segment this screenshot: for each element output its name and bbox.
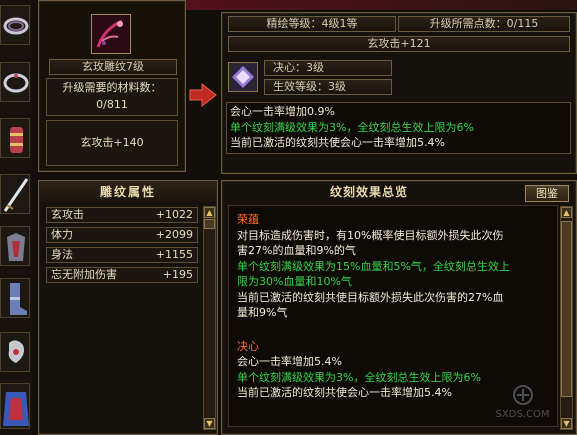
section-desc-line: 对目标造成伤害时，有10%概率使目标额外损失此次伤 [237,228,504,242]
attr-label: 忘无附加伤害 [51,268,117,281]
upgrade-arrow-icon [188,82,218,108]
scroll-down-button[interactable]: ▼ [561,418,572,429]
codex-button[interactable]: 图鉴 [525,185,569,202]
effect-line-3: 当前已激活的纹刻共使会心一击率增加5.4% [230,136,445,149]
section-title: 荣蕴 [237,213,259,226]
sword-icon [3,178,29,212]
engraving-window: ... ...(... ...) 玄玫雕纹7级 升级需 [0,0,577,435]
watermark-logo: SXDS.COM [485,384,560,424]
attributes-title: 雕纹属性 [40,182,216,202]
armguard-icon [10,127,23,153]
crystal-icon [232,66,254,88]
scroll-thumb[interactable] [204,219,215,229]
equip-slot-cloak[interactable] [0,383,30,429]
effect-level: 生效等级：3级 [264,79,392,95]
materials-value: 0/811 [96,98,128,111]
attr-row: 身法 +1155 [46,247,198,263]
refine-level: 精绘等级：4级1等 [228,16,396,32]
pendant-icon [8,340,25,363]
cloak-icon [3,392,29,426]
skill-name: 决心：3级 [264,60,392,76]
section-active-line: 量和9%气 [237,306,288,319]
section-active-line: 当前已激活的纹刻共使目标额外损失此次伤害的27%血 [237,290,504,304]
scroll-down-button[interactable]: ▼ [204,418,215,429]
scroll-up-button[interactable]: ▲ [204,207,215,218]
attr-value: +2099 [155,228,193,241]
effect-line-2: 单个纹刻满级效果为3%，全纹刻总生效上限为6% [230,120,474,134]
attr-label: 玄攻击 [51,208,84,221]
attr-value: +1155 [155,248,193,261]
section-desc-line: 会心一击率增加5.4% [237,355,342,368]
scroll-up-button[interactable]: ▲ [561,207,572,218]
bracelet-icon [3,73,29,93]
section-max-line: 单个纹刻满级效果为15%血量和5%气，全纹刻总生效上 [237,259,510,273]
equip-slot-armguard[interactable] [0,118,30,158]
section-max-line: 限为30%血量和10%气 [237,275,352,288]
section-max-line: 单个纹刻满级效果为3%，全纹刻总生效上限为6% [237,370,481,384]
attr-row: 体力 +2099 [46,227,198,243]
attributes-scrollbar[interactable]: ▲ ▼ [203,206,216,430]
attr-row: 玄攻击 +1022 [46,207,198,223]
necklace-icon [3,17,29,35]
equipment-column [0,0,32,435]
attr-label: 身法 [51,248,73,261]
attr-row: 忘无附加伤害 +195 [46,267,198,283]
section-desc-line: 害27%的血量和9%的气 [237,244,356,257]
overview-scrollbar[interactable]: ▲ ▼ [560,206,573,430]
materials-box: 升级需要的材料数： 0/811 [46,78,178,116]
effect-line-1: 会心一击率增加0.9% [230,105,335,118]
engraving-icon [96,19,123,48]
attr-label: 体力 [51,228,73,241]
item-attribute-box: 玄攻击+140 [46,120,178,166]
overview-title: 纹刻效果总览 [329,185,408,199]
boots-icon [10,283,27,315]
watermark-text: SXDS.COM [495,409,550,420]
effect-description-box: 会心一击率增加0.9% 单个纹刻满级效果为3%，全纹刻总生效上限为6% 当前已激… [226,102,571,154]
equip-slot-bracelet[interactable] [0,62,30,102]
watermark-emblem-icon [512,385,533,405]
attack-bonus: 玄攻击+121 [228,36,570,52]
equip-slot-weapon[interactable] [0,174,30,214]
skill-icon-slot[interactable] [228,62,258,92]
attr-value: +1022 [155,208,193,221]
scroll-thumb[interactable] [561,221,572,397]
attr-value: +195 [162,268,193,281]
equip-slot-necklace[interactable] [0,5,30,45]
engraving-icon-slot[interactable] [91,14,131,54]
section-title: 决心 [237,339,259,353]
equip-slot-pendant[interactable] [0,332,30,372]
equip-slot-boots[interactable] [0,278,30,318]
points-needed: 升级所需点数：0/115 [398,16,570,32]
materials-label: 升级需要的材料数： [62,81,162,94]
item-name: 玄玫雕纹7级 [49,59,177,75]
equip-slot-armor[interactable] [0,226,30,266]
armor-icon [7,233,25,261]
